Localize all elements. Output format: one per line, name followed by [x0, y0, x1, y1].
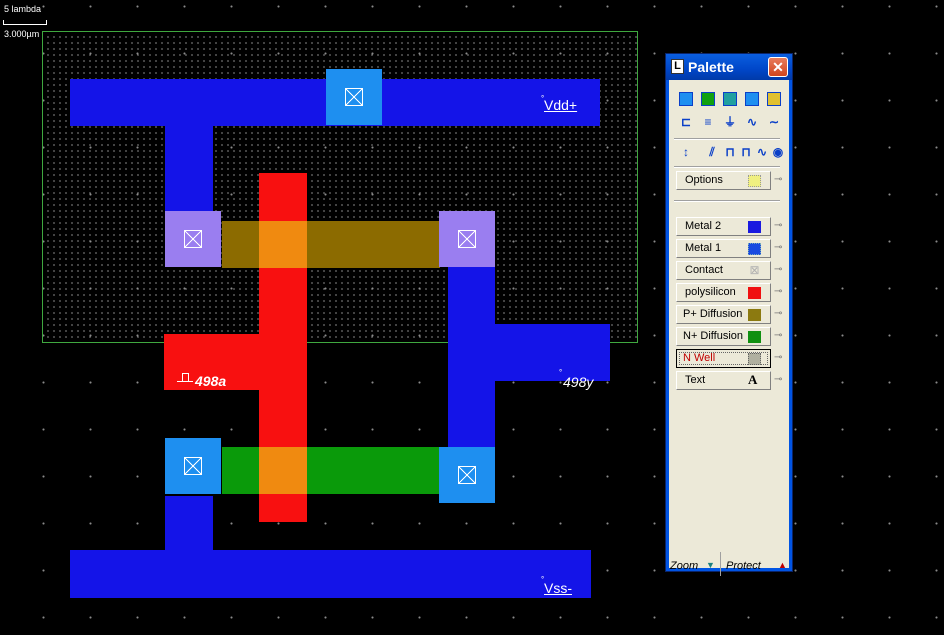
pad-icon[interactable]: ⊏: [678, 114, 694, 130]
pwell-contact-icon[interactable]: [722, 90, 738, 106]
contact-x-icon: [345, 88, 363, 106]
contact-pdiff-right[interactable]: [439, 211, 495, 267]
pulse-icon[interactable]: ⊓: [722, 144, 738, 160]
zoom-protect-bar: Zoom ▼ Protect ▲: [670, 552, 788, 576]
sine-wave-icon[interactable]: ∿: [754, 144, 770, 160]
eye-icon[interactable]: ◉: [770, 144, 786, 160]
contact-ndiff-right[interactable]: [439, 447, 495, 503]
nwell-contact-icon[interactable]: [700, 90, 716, 106]
contact-swatch-icon: ⊠: [749, 263, 760, 277]
layer-swatch: [748, 331, 761, 343]
pmos-gate-overlap: [259, 221, 307, 268]
palette-separator: [674, 138, 780, 140]
metal1-vss-drop[interactable]: [165, 496, 213, 556]
layer-p-diffusion[interactable]: P+ Diffusion: [676, 305, 771, 324]
key-icon: ⊸: [774, 330, 783, 341]
square-wave-icon[interactable]: ⊓: [738, 144, 754, 160]
protect-arrow-icon[interactable]: ▲: [778, 560, 787, 570]
contact-x-icon: [458, 466, 476, 484]
layer-label: Text: [685, 374, 706, 386]
zoom-button[interactable]: Zoom: [670, 560, 698, 572]
updown-arrow-icon[interactable]: ↕: [678, 144, 694, 160]
layer-label: polysilicon: [685, 286, 736, 298]
key-icon: ⊸: [774, 220, 783, 231]
contact-pdiff-left[interactable]: [165, 211, 221, 267]
input-pulse-icon: [177, 373, 193, 382]
scale-label-microns: 3.000µm: [4, 29, 40, 39]
key-icon: ⊸: [774, 308, 783, 319]
text-glyph-icon: A: [748, 372, 758, 387]
palette-separator: [674, 200, 780, 202]
layer-swatch: [748, 243, 761, 255]
wave-icon[interactable]: ∼: [766, 114, 782, 130]
layer-swatch: [748, 309, 761, 321]
layer-polysilicon[interactable]: polysilicon: [676, 283, 771, 302]
layer-label: Metal 1: [685, 242, 722, 254]
palette-titlebar[interactable]: L Palette ✕: [666, 54, 792, 80]
layer-metal1[interactable]: Metal 1: [676, 239, 771, 258]
label-output[interactable]: 498y: [563, 374, 593, 390]
scale-label-lambda: 5 lambda: [4, 4, 42, 14]
scale-bar: [3, 20, 47, 25]
label-input[interactable]: 498a: [195, 373, 226, 389]
ground-icon[interactable]: ⏚: [722, 114, 738, 130]
metal1-output-horizontal[interactable]: [448, 324, 610, 381]
key-icon: ⊸: [774, 374, 783, 385]
key-icon: ⊸: [774, 352, 783, 363]
contact-x-icon: [184, 457, 202, 475]
options-label: Options: [685, 174, 723, 186]
palette-body: ⊏ ≡ ⏚ ∿ ∼ ↕ ⫽ ⊓ ⊓ ∿ ◉ Options ⊸ Metal 2: [670, 82, 788, 576]
contact-x-icon: [184, 230, 202, 248]
layer-n-well[interactable]: N Well: [676, 349, 771, 368]
zoom-dropdown-icon[interactable]: ▼: [706, 560, 715, 570]
metal-contact-icon[interactable]: [678, 90, 694, 106]
output-pin-icon: °: [559, 368, 563, 377]
layer-n-diffusion[interactable]: N+ Diffusion: [676, 327, 771, 346]
layer-swatch: [748, 221, 761, 233]
tool-row-3: ↕ ⫽ ⊓ ⊓ ∿ ◉: [676, 144, 783, 164]
palette-title: Palette: [688, 59, 734, 75]
contact-ndiff-left[interactable]: [165, 438, 221, 494]
resistor-icon[interactable]: ∿: [744, 114, 760, 130]
metal1-vss-rail[interactable]: [70, 550, 591, 598]
options-button[interactable]: Options: [676, 171, 771, 190]
options-swatch: [748, 175, 761, 187]
layer-contact[interactable]: Contact ⊠: [676, 261, 771, 280]
layer-label: N Well: [683, 352, 716, 364]
stack-icon[interactable]: ≡: [700, 114, 716, 130]
key-icon: ⊸: [774, 286, 783, 297]
layer-metal2[interactable]: Metal 2: [676, 217, 771, 236]
layer-swatch: [748, 287, 761, 299]
n-diffusion[interactable]: [222, 447, 440, 494]
contact-vdd-top[interactable]: [326, 69, 382, 125]
antenna-icon[interactable]: ⫽: [704, 144, 720, 160]
layer-swatch: [748, 353, 761, 365]
contact-x-icon: [458, 230, 476, 248]
palette-divider: [720, 552, 721, 576]
layer-label: P+ Diffusion: [683, 308, 743, 320]
protect-button[interactable]: Protect: [726, 560, 761, 572]
palette-separator: [674, 166, 780, 168]
app-icon: L: [671, 59, 684, 74]
p-diffusion[interactable]: [222, 221, 440, 268]
layer-label: N+ Diffusion: [683, 330, 744, 342]
key-icon: ⊸: [774, 174, 783, 185]
layer-label: Metal 2: [685, 220, 722, 232]
via-icon[interactable]: [744, 90, 760, 106]
metal1-vdd-drop[interactable]: [165, 126, 213, 214]
layer-label: Contact: [685, 264, 723, 276]
key-icon: ⊸: [774, 242, 783, 253]
tool-row-2: ⊏ ≡ ⏚ ∿ ∼: [676, 114, 782, 134]
label-vdd[interactable]: Vdd+: [544, 97, 577, 113]
nmos-gate-overlap: [259, 447, 307, 494]
palette-window[interactable]: L Palette ✕ ⊏ ≡ ⏚ ∿ ∼ ↕ ⫽ ⊓ ⊓ ∿ ◉ Option…: [665, 53, 793, 576]
tool-row-1: [676, 90, 782, 110]
layer-grid-icon[interactable]: [766, 90, 782, 106]
label-vss[interactable]: Vss-: [544, 580, 572, 596]
layer-text[interactable]: Text A: [676, 371, 771, 390]
close-button[interactable]: ✕: [768, 57, 788, 77]
key-icon: ⊸: [774, 264, 783, 275]
